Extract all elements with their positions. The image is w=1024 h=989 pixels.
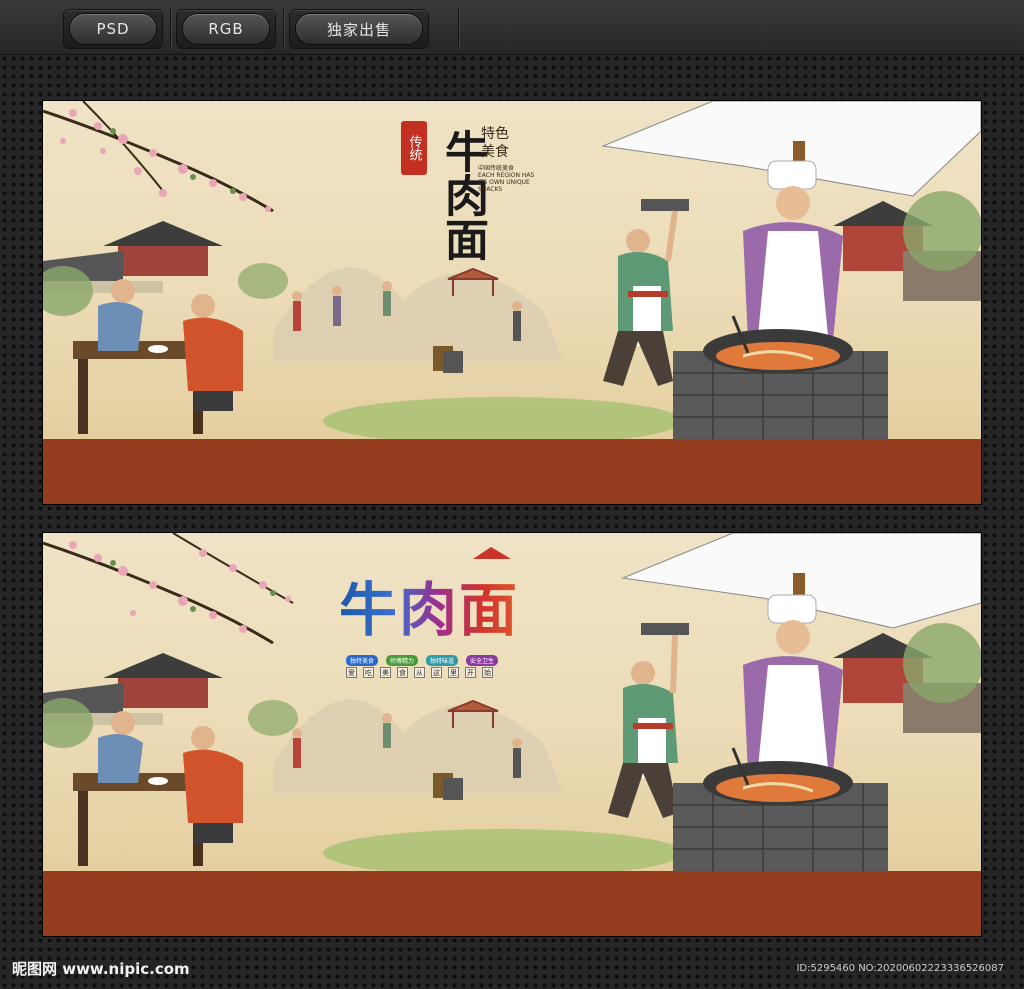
bottom-color-band	[43, 439, 981, 504]
slogan-char: 从	[414, 667, 425, 678]
stove	[673, 315, 888, 439]
poster-preview-bottom[interactable]: 牛肉面 独特美食 师傅精力 独特味道 安全卫生 爱 吃 美 食 从 这 里 开 …	[43, 533, 981, 936]
tag-rgb[interactable]: RGB	[177, 10, 275, 48]
toolbar-divider	[283, 8, 284, 50]
seal-stamp: 传统	[401, 121, 427, 175]
dining-scene	[73, 711, 243, 866]
tag-rgb-label: RGB	[183, 14, 269, 44]
poster-subtitle: 特色美食	[481, 126, 509, 160]
poster-title-colorful: 牛肉面	[339, 563, 519, 647]
slogan-char: 始	[482, 667, 493, 678]
chef	[743, 160, 843, 341]
slogan-char: 吃	[363, 667, 374, 678]
tree	[248, 700, 298, 736]
chef	[743, 594, 843, 773]
slogan-char: 爱	[346, 667, 357, 678]
toolbar-divider	[170, 8, 171, 50]
site-logo[interactable]: 昵图网 www.nipic.com	[12, 958, 190, 979]
slogan-row: 爱 吃 美 食 从 这 里 开 始	[346, 667, 493, 678]
chip: 独特味道	[426, 655, 459, 666]
poster-artwork: 牛肉面 独特美食 师傅精力 独特味道 安全卫生 爱 吃 美 食 从 这 里 开 …	[43, 533, 981, 871]
blossom-branch	[43, 101, 274, 213]
feature-chips: 独特美食 师傅精力 独特味道 安全卫生	[346, 655, 499, 666]
grass	[323, 829, 683, 871]
poster-caption: 中国传统美食 EACH REGION HAS ITS OWN UNIQUE SN…	[478, 165, 538, 193]
tree	[238, 263, 288, 299]
slogan-char: 开	[465, 667, 476, 678]
caption-chinese: 中国传统美食	[478, 165, 515, 172]
stove	[673, 747, 888, 871]
slogan-char: 这	[431, 667, 442, 678]
grass	[323, 397, 683, 439]
slogan-char: 里	[448, 667, 459, 678]
dining-scene	[73, 279, 243, 434]
tag-exclusive-label: 独家出售	[296, 14, 422, 44]
tag-psd-label: PSD	[70, 14, 156, 44]
chip: 师傅精力	[386, 655, 419, 666]
poster-title-vertical: 牛肉面	[437, 129, 488, 261]
image-id-meta: ID:5295460 NO:20200602223336526087	[796, 963, 1004, 974]
slogan-char: 美	[380, 667, 391, 678]
chip: 独特美食	[346, 655, 379, 666]
tree	[903, 623, 981, 703]
caption-english: EACH REGION HAS ITS OWN UNIQUE SNACKS	[478, 172, 535, 193]
poster-preview-top[interactable]: 传统 牛肉面 特色美食 中国传统美食 EACH REGION HAS ITS O…	[43, 101, 981, 504]
slogan-char: 食	[397, 667, 408, 678]
toolbar-divider	[458, 8, 459, 50]
top-toolbar: PSD RGB 独家出售	[0, 0, 1024, 55]
blossom-branch	[43, 533, 294, 645]
poster-artwork: 传统 牛肉面 特色美食 中国传统美食 EACH REGION HAS ITS O…	[43, 101, 981, 439]
tag-psd[interactable]: PSD	[64, 10, 162, 48]
hat-ornament	[473, 547, 511, 559]
chip: 安全卫生	[466, 655, 499, 666]
tree	[903, 191, 981, 271]
tag-exclusive[interactable]: 独家出售	[290, 10, 428, 48]
bottom-color-band	[43, 871, 981, 936]
